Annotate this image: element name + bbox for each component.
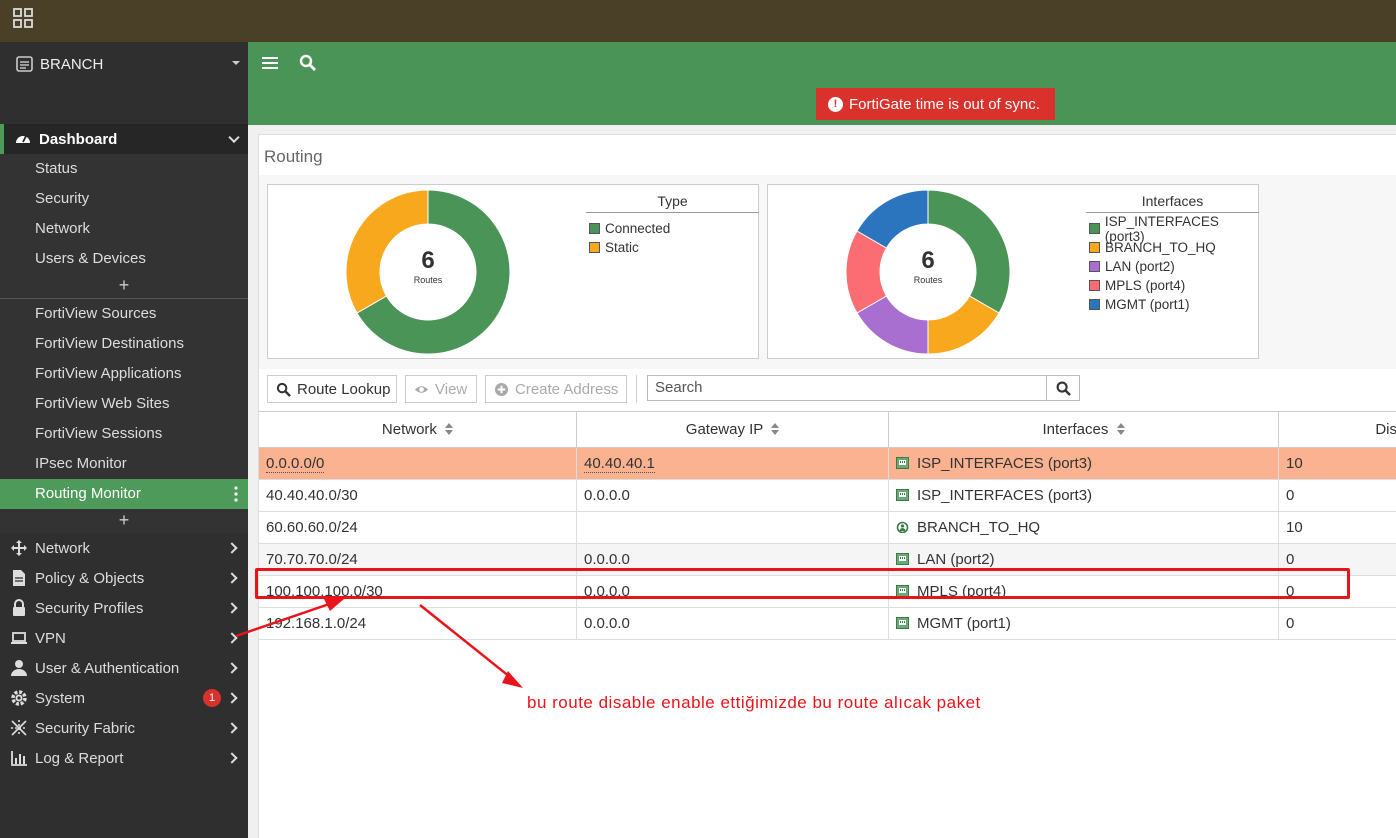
annotation-text: bu route disable enable ettiğimizde bu r… [527,693,981,712]
fortigate-window: BRANCH Dashboard Status Security Network… [0,0,1396,838]
arrow-to-text [419,604,523,688]
arrow-to-vpn [235,599,344,638]
